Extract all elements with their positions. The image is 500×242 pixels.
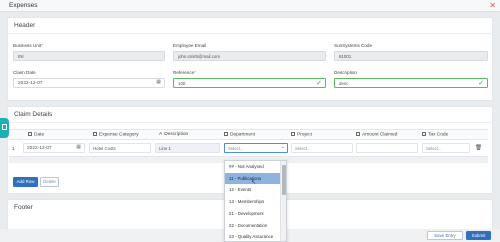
col-tax-code[interactable]: Tax Code xyxy=(422,132,448,138)
table-row: 1 2022-12-07 ▦ Hotel Costs Line 1 Select.… xyxy=(9,140,488,157)
submit-button[interactable]: Submit xyxy=(466,231,491,240)
valid-check-icon: ✓ xyxy=(316,80,322,87)
col-date[interactable]: Date xyxy=(28,132,44,138)
list-icon xyxy=(93,132,97,136)
department-dropdown-menu: ## - Not Analysed 11 - Publications 12 -… xyxy=(224,160,287,242)
close-icon[interactable]: ✕ xyxy=(489,1,496,11)
valid-check-icon: ✓ xyxy=(478,80,484,87)
header-section-title: Header xyxy=(14,22,36,29)
text-icon: A xyxy=(159,132,163,137)
description-label: Description xyxy=(334,70,357,75)
row-index: 1 xyxy=(12,146,15,151)
row-department-select[interactable]: Select... ⌄ xyxy=(224,143,288,153)
dropdown-option[interactable]: 22 - Documentation xyxy=(225,220,281,231)
row-date-input[interactable]: 2022-12-07 ▦ xyxy=(23,143,85,153)
calendar-icon[interactable]: ▦ xyxy=(76,145,81,150)
business-unit-field[interactable]: INI xyxy=(13,51,165,61)
window-title: Expenses xyxy=(9,2,38,9)
description-field[interactable]: desc ✓ xyxy=(334,78,488,88)
employee-email-field[interactable]: john.smith@mail.com xyxy=(173,51,326,61)
claim-details-title: Claim Details xyxy=(14,111,53,118)
mouse-cursor-icon: ↖ xyxy=(251,180,257,186)
dropdown-option[interactable]: 23 - Quality Assurance xyxy=(225,231,281,241)
claim-date-field[interactable]: 2022-12-07 ▦ xyxy=(13,78,165,88)
window-titlebar: Expenses ✕ xyxy=(0,0,500,12)
col-department[interactable]: Department xyxy=(224,132,255,138)
row-description-input[interactable]: Line 1 xyxy=(155,143,220,153)
employee-email-label: Employee Email xyxy=(173,43,207,48)
col-amount-claimed[interactable]: Amount Claimed xyxy=(356,132,397,138)
dropdown-scroll-thumb[interactable] xyxy=(282,165,286,195)
dropdown-option[interactable]: ## - Not Analysed xyxy=(225,161,281,172)
col-description[interactable]: A Description xyxy=(159,132,188,137)
row-tax-select[interactable]: Select... xyxy=(422,143,470,153)
col-project[interactable]: Project xyxy=(291,132,312,138)
dropdown-scrollbar[interactable] xyxy=(280,161,286,241)
save-entry-button[interactable]: Save Entry xyxy=(427,231,463,240)
chat-icon xyxy=(2,124,7,130)
header-card-title-bar: Header xyxy=(8,18,492,34)
dropdown-icon xyxy=(224,132,228,136)
footer-section-title: Footer xyxy=(14,204,33,211)
number-icon xyxy=(356,132,360,136)
claim-table-header: Date Expense Category A Description Depar… xyxy=(9,129,488,140)
dropdown-icon xyxy=(291,132,295,136)
sunsystems-code-field[interactable]: 81001 xyxy=(334,51,488,61)
dropdown-option[interactable]: 13 - Memberships xyxy=(225,196,281,207)
sunsystems-code-label: SunSystems Code xyxy=(334,43,373,48)
side-panel-toggle[interactable] xyxy=(0,118,9,138)
row-project-select[interactable]: Select... xyxy=(291,143,353,153)
dropdown-icon xyxy=(422,132,426,136)
dropdown-option[interactable]: 21 - Development xyxy=(225,208,281,219)
delete-button[interactable]: Delete xyxy=(40,177,59,187)
add-row-button[interactable]: Add Row xyxy=(13,177,38,187)
col-expense-category[interactable]: Expense Category xyxy=(93,132,138,138)
calendar-icon xyxy=(28,132,32,136)
claim-date-label: Claim Date xyxy=(13,70,36,75)
chevron-down-icon[interactable]: ⌄ xyxy=(281,145,285,150)
trash-icon[interactable]: 🗑 xyxy=(475,145,482,151)
reference-label: Reference* xyxy=(173,70,196,75)
reference-field[interactable]: 100 ✓ xyxy=(173,78,326,88)
row-category-input[interactable]: Hotel Costs xyxy=(89,143,151,153)
row-amount-input[interactable] xyxy=(356,143,418,153)
claim-details-title-bar: Claim Details xyxy=(8,107,492,123)
business-unit-label: Business Unit* xyxy=(13,43,43,48)
calendar-icon[interactable]: ▦ xyxy=(156,80,161,85)
